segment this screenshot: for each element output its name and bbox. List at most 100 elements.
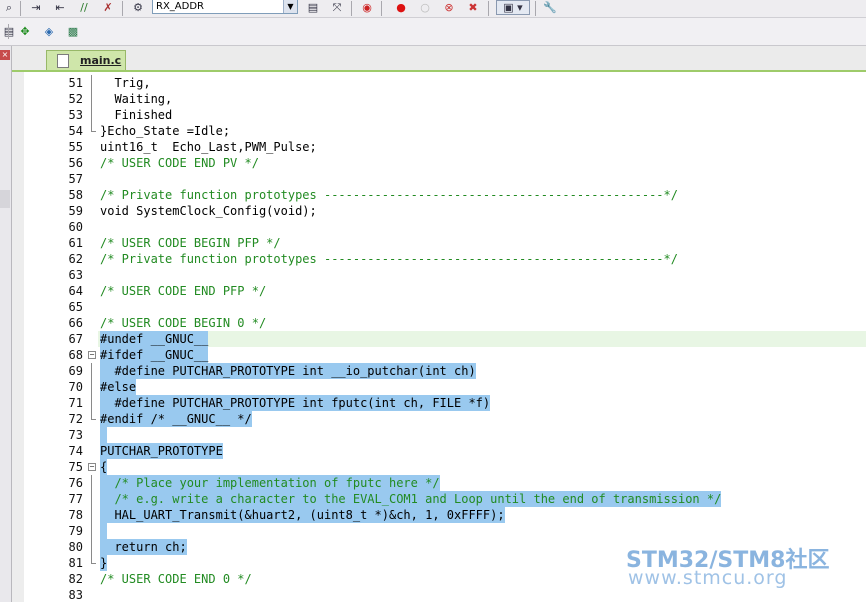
code-text: uint16_t Echo_Last,PWM_Pulse;: [100, 140, 317, 154]
code-text: #define PUTCHAR_PROTOTYPE int fputc(int …: [100, 395, 491, 411]
target-combo[interactable]: RX_ADDR ▼: [152, 0, 298, 14]
line-number: 62: [68, 252, 83, 266]
code-text: PUTCHAR_PROTOTYPE: [100, 443, 223, 459]
code-line[interactable]: 55 uint16_t Echo_Last,PWM_Pulse;: [69, 139, 866, 155]
uncomment-icon[interactable]: ✗: [99, 0, 117, 15]
code-text: /* USER CODE END PFP */: [100, 284, 267, 298]
line-number: 55: [68, 140, 83, 154]
tab-label: main.c: [80, 54, 122, 67]
line-number: 54: [68, 124, 83, 138]
line-number: 66: [68, 316, 83, 330]
fold-end: [91, 563, 96, 564]
code-line[interactable]: 63: [69, 267, 866, 283]
file-icon: [57, 54, 69, 68]
line-number: 59: [68, 204, 83, 218]
code-line[interactable]: 71 #define PUTCHAR_PROTOTYPE int fputc(i…: [69, 395, 866, 411]
line-number: 63: [68, 268, 83, 282]
line-number: 60: [68, 220, 83, 234]
fold-toggle-icon[interactable]: −: [88, 351, 96, 359]
code-line[interactable]: 76 /* Place your implementation of fputc…: [69, 475, 866, 491]
code-text: #ifdef __GNUC__: [100, 347, 209, 363]
indent-icon[interactable]: ⇥: [27, 0, 45, 15]
code-text: /* Place your implementation of fputc he…: [100, 475, 440, 491]
disable-all-breakpoints-icon[interactable]: ⊗: [440, 0, 458, 15]
file-extension-icon[interactable]: ▤: [304, 0, 322, 15]
code-line[interactable]: 78 HAL_UART_Transmit(&huart2, (uint8_t *…: [69, 507, 866, 523]
code-line[interactable]: 79: [69, 523, 866, 539]
comment-icon[interactable]: //: [75, 0, 93, 15]
batch-build-icon[interactable]: ▩: [64, 24, 82, 39]
code-line[interactable]: 53 Finished: [69, 107, 866, 123]
code-editor[interactable]: 51 Trig, 52 Waiting, 53 Finished 54}Echo_St…: [69, 72, 866, 603]
code-line[interactable]: 64 /* USER CODE END PFP */: [69, 283, 866, 299]
code-text: HAL_UART_Transmit(&huart2, (uint8_t *)&c…: [100, 507, 505, 523]
line-number: 71: [68, 396, 83, 410]
code-line[interactable]: 77 /* e.g. write a character to the EVAL…: [69, 491, 866, 507]
line-number: 74: [68, 444, 83, 458]
code-line[interactable]: 52 Waiting,: [69, 91, 866, 107]
target-options-icon[interactable]: ⚙: [129, 0, 147, 15]
code-text: Trig,: [100, 76, 151, 90]
unindent-icon[interactable]: ⇤: [51, 0, 69, 15]
breakpoint-disabled-icon[interactable]: ○: [416, 0, 434, 15]
code-line[interactable]: 60: [69, 219, 866, 235]
code-line[interactable]: 59 void SystemClock_Config(void);: [69, 203, 866, 219]
code-line[interactable]: 68 #ifdef __GNUC__: [69, 347, 866, 363]
window-layout-button[interactable]: ▣ ▾: [496, 0, 530, 15]
code-line[interactable]: 56 /* USER CODE END PV */: [69, 155, 866, 171]
line-number: 82: [68, 572, 83, 586]
tab-main-c[interactable]: main.c: [46, 50, 126, 70]
code-line[interactable]: 82 /* USER CODE END 0 */: [69, 571, 866, 587]
code-line[interactable]: 70 #else: [69, 379, 866, 395]
code-line[interactable]: 73: [69, 427, 866, 443]
code-line[interactable]: 58 /* Private function prototypes -------…: [69, 187, 866, 203]
configure-icon[interactable]: 🔧: [541, 0, 559, 15]
code-text: #define PUTCHAR_PROTOTYPE int __io_putch…: [100, 363, 476, 379]
code-line[interactable]: 69 #define PUTCHAR_PROTOTYPE int __io_pu…: [69, 363, 866, 379]
code-text: [100, 427, 107, 443]
code-line[interactable]: 81}: [69, 555, 866, 571]
line-number: 68: [68, 348, 83, 362]
code-text: /* Private function prototypes ---------…: [100, 188, 678, 202]
breakpoint-icon[interactable]: ●: [392, 0, 410, 15]
code-line[interactable]: 66 /* USER CODE BEGIN 0 */: [69, 315, 866, 331]
code-line[interactable]: 80 return ch;: [69, 539, 866, 555]
code-text: /* USER CODE END PV */: [100, 156, 259, 170]
move-icon[interactable]: ✥: [16, 24, 34, 39]
code-line[interactable]: 83: [69, 587, 866, 603]
line-number: 80: [68, 540, 83, 554]
code-line[interactable]: 65: [69, 299, 866, 315]
code-line[interactable]: 72 #endif /* __GNUC__ */: [69, 411, 866, 427]
code-line[interactable]: 62 /* Private function prototypes -------…: [69, 251, 866, 267]
code-line[interactable]: 51 Trig,: [69, 75, 866, 91]
code-line[interactable]: 75 {: [69, 459, 866, 475]
code-line[interactable]: 67 #undef __GNUC__: [69, 331, 866, 347]
secondary-toolbar: ▤ ✥ ◈ ▩: [0, 18, 866, 46]
kill-breakpoints-icon[interactable]: ✖: [464, 0, 482, 15]
code-text: }: [100, 555, 108, 571]
main-toolbar: ⌕ ⇥ ⇤ // ✗ ⚙ RX_ADDR ▼ ▤ ⤧ ◉ ● ○ ⊗ ✖ ▣ ▾…: [0, 0, 866, 18]
find-icon[interactable]: ⌕: [0, 0, 18, 15]
target-combo-value: RX_ADDR: [156, 1, 204, 12]
code-line[interactable]: 57: [69, 171, 866, 187]
code-line[interactable]: 61 /* USER CODE BEGIN PFP */: [69, 235, 866, 251]
fold-end: [91, 419, 96, 420]
line-number: 70: [68, 380, 83, 394]
chevron-down-icon[interactable]: ▼: [283, 0, 297, 13]
code-line[interactable]: 74 PUTCHAR_PROTOTYPE: [69, 443, 866, 459]
debug-icon[interactable]: ◉: [358, 0, 376, 15]
line-number: 79: [68, 524, 83, 538]
line-number: 51: [68, 76, 83, 90]
line-number: 83: [68, 588, 83, 602]
line-number: 56: [68, 156, 83, 170]
fold-toggle-icon[interactable]: −: [88, 463, 96, 471]
code-text: /* USER CODE END 0 */: [100, 572, 252, 586]
close-icon[interactable]: ×: [0, 50, 10, 60]
line-number: 75: [68, 460, 83, 474]
gem-icon[interactable]: ◈: [40, 24, 58, 39]
code-line[interactable]: 54}Echo_State =Idle;: [69, 123, 866, 139]
code-text: Finished: [100, 108, 173, 122]
manage-components-icon[interactable]: ⤧: [328, 0, 346, 15]
code-text: /* USER CODE BEGIN 0 */: [100, 316, 267, 330]
line-number: 73: [68, 428, 83, 442]
